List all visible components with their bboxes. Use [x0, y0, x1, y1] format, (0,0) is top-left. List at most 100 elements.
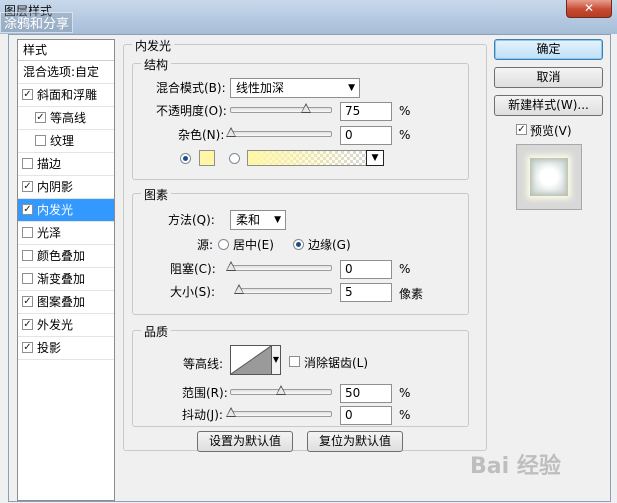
layer-style-dialog: 样式 混合选项:自定 ✓ 斜面和浮雕 ✓ 等高线 纹理 描边 ✓ 内阴影 ✓ 内发光 光泽 颜色叠加 渐变… [8, 34, 611, 502]
structure-group: 结构 混合模式(B): 线性加深 ▼ 不透明度(O): 75 % 杂色(N): … [132, 56, 469, 180]
style-item-label: 外发光 [37, 318, 74, 332]
size-slider-thumb[interactable] [233, 284, 244, 294]
anti-alias-checkbox[interactable] [289, 356, 300, 367]
elements-title: 图素 [141, 186, 172, 203]
style-item-2[interactable]: ✓ 等高线 [18, 107, 114, 130]
opacity-label: 不透明度(O): [156, 104, 227, 118]
chevron-down-icon: ▼ [274, 215, 281, 225]
size-unit: 像素 [399, 287, 424, 301]
style-item-7[interactable]: 光泽 [18, 222, 114, 245]
choke-input[interactable]: 0 [340, 260, 392, 279]
make-default-button[interactable]: 设置为默认值 [197, 431, 293, 452]
blend-mode-select[interactable]: 线性加深 ▼ [230, 78, 360, 98]
anti-alias-label[interactable]: 消除锯齿(L) [304, 354, 368, 371]
style-list-header[interactable]: 样式 [18, 40, 114, 61]
source-edge-radio[interactable] [293, 239, 304, 250]
choke-slider-thumb[interactable] [226, 261, 236, 271]
method-label: 方法(Q): [168, 213, 215, 227]
choke-slider[interactable] [226, 261, 332, 271]
opacity-slider-thumb[interactable] [301, 103, 311, 113]
opacity-input[interactable]: 75 [340, 102, 392, 121]
style-item-label: 描边 [37, 157, 62, 171]
contour-curve-icon [230, 345, 272, 375]
preview-label[interactable]: 预览(V) [530, 122, 572, 139]
style-item-label: 等高线 [50, 111, 87, 125]
opacity-slider[interactable] [230, 103, 332, 113]
noise-slider-thumb[interactable] [226, 127, 236, 137]
chevron-down-icon: ▼ [371, 153, 379, 163]
choke-label: 阻塞(C): [170, 262, 216, 276]
style-item-checkbox[interactable]: ✓ [22, 342, 33, 353]
style-item-checkbox[interactable]: ✓ [22, 319, 33, 330]
noise-slider[interactable] [226, 127, 332, 137]
gradient-dropdown[interactable]: ▼ [366, 150, 384, 166]
style-item-9[interactable]: 渐变叠加 [18, 268, 114, 291]
chevron-down-icon: ▼ [348, 83, 355, 93]
size-slider[interactable] [233, 284, 332, 294]
blend-mode-value: 线性加深 [236, 81, 285, 95]
source-center-radio[interactable] [218, 239, 229, 250]
new-style-button[interactable]: 新建样式(W)... [494, 95, 603, 116]
close-button[interactable]: ✕ [566, 0, 612, 18]
overlay-watermark: 涂鸦和分享 [0, 12, 74, 33]
source-center-label[interactable]: 居中(E) [233, 236, 274, 253]
style-item-10[interactable]: ✓ 图案叠加 [18, 291, 114, 314]
jitter-label: 抖动(J): [182, 408, 223, 422]
range-slider[interactable] [230, 385, 332, 395]
style-item-0[interactable]: 混合选项:自定 [18, 61, 114, 84]
style-item-checkbox[interactable]: ✓ [22, 89, 33, 100]
noise-input[interactable]: 0 [340, 126, 392, 145]
style-item-6[interactable]: ✓ 内发光 [18, 199, 114, 222]
preview-checkbox[interactable]: ✓ [516, 124, 527, 135]
style-item-8[interactable]: 颜色叠加 [18, 245, 114, 268]
style-item-checkbox[interactable] [22, 250, 33, 261]
contour-dropdown[interactable]: ▼ [272, 345, 281, 375]
style-item-checkbox[interactable]: ✓ [22, 296, 33, 307]
gradient-mode-radio[interactable] [229, 153, 240, 164]
size-input[interactable]: 5 [340, 283, 392, 302]
cancel-button[interactable]: 取消 [494, 67, 603, 88]
style-item-label: 光泽 [37, 226, 62, 240]
range-unit: % [399, 386, 411, 400]
glow-gradient-picker[interactable] [247, 150, 367, 166]
style-item-checkbox[interactable] [22, 273, 33, 284]
style-item-5[interactable]: ✓ 内阴影 [18, 176, 114, 199]
source-edge-label[interactable]: 边缘(G) [308, 236, 351, 253]
chevron-down-icon: ▼ [272, 355, 280, 364]
color-mode-radio[interactable] [180, 153, 191, 164]
style-item-3[interactable]: 纹理 [18, 130, 114, 153]
size-label: 大小(S): [170, 285, 216, 299]
opacity-unit: % [399, 104, 411, 118]
style-item-12[interactable]: ✓ 投影 [18, 337, 114, 360]
jitter-slider-thumb[interactable] [226, 407, 236, 417]
method-select[interactable]: 柔和 ▼ [230, 210, 286, 230]
style-item-checkbox[interactable] [22, 158, 33, 169]
contour-picker[interactable] [230, 345, 272, 375]
quality-group: 品质 等高线: ▼ 消除锯齿(L) 范围(R): 50 % 抖动(J): 0 % [132, 323, 469, 427]
jitter-slider[interactable] [226, 407, 332, 417]
range-slider-thumb[interactable] [276, 385, 286, 395]
choke-unit: % [399, 262, 411, 276]
style-item-label: 内阴影 [37, 180, 74, 194]
style-item-checkbox[interactable] [22, 227, 33, 238]
style-item-4[interactable]: 描边 [18, 153, 114, 176]
reset-default-button[interactable]: 复位为默认值 [307, 431, 403, 452]
jitter-input[interactable]: 0 [340, 406, 392, 425]
style-item-label: 内发光 [37, 203, 74, 217]
range-input[interactable]: 50 [340, 384, 392, 403]
ok-button[interactable]: 确定 [494, 39, 603, 60]
style-item-checkbox[interactable]: ✓ [22, 204, 33, 215]
style-item-1[interactable]: ✓ 斜面和浮雕 [18, 84, 114, 107]
style-item-label: 投影 [37, 341, 62, 355]
jitter-unit: % [399, 408, 411, 422]
glow-color-swatch[interactable] [199, 150, 215, 166]
style-item-11[interactable]: ✓ 外发光 [18, 314, 114, 337]
style-item-label: 颜色叠加 [37, 249, 86, 263]
style-item-checkbox[interactable] [35, 135, 46, 146]
style-item-checkbox[interactable]: ✓ [22, 181, 33, 192]
contour-label: 等高线: [183, 357, 224, 371]
style-item-checkbox[interactable]: ✓ [35, 112, 46, 123]
watermark-logo: Bai 经验 [470, 454, 561, 479]
source-label: 源: [197, 238, 214, 252]
blend-mode-label: 混合模式(B): [156, 81, 226, 95]
